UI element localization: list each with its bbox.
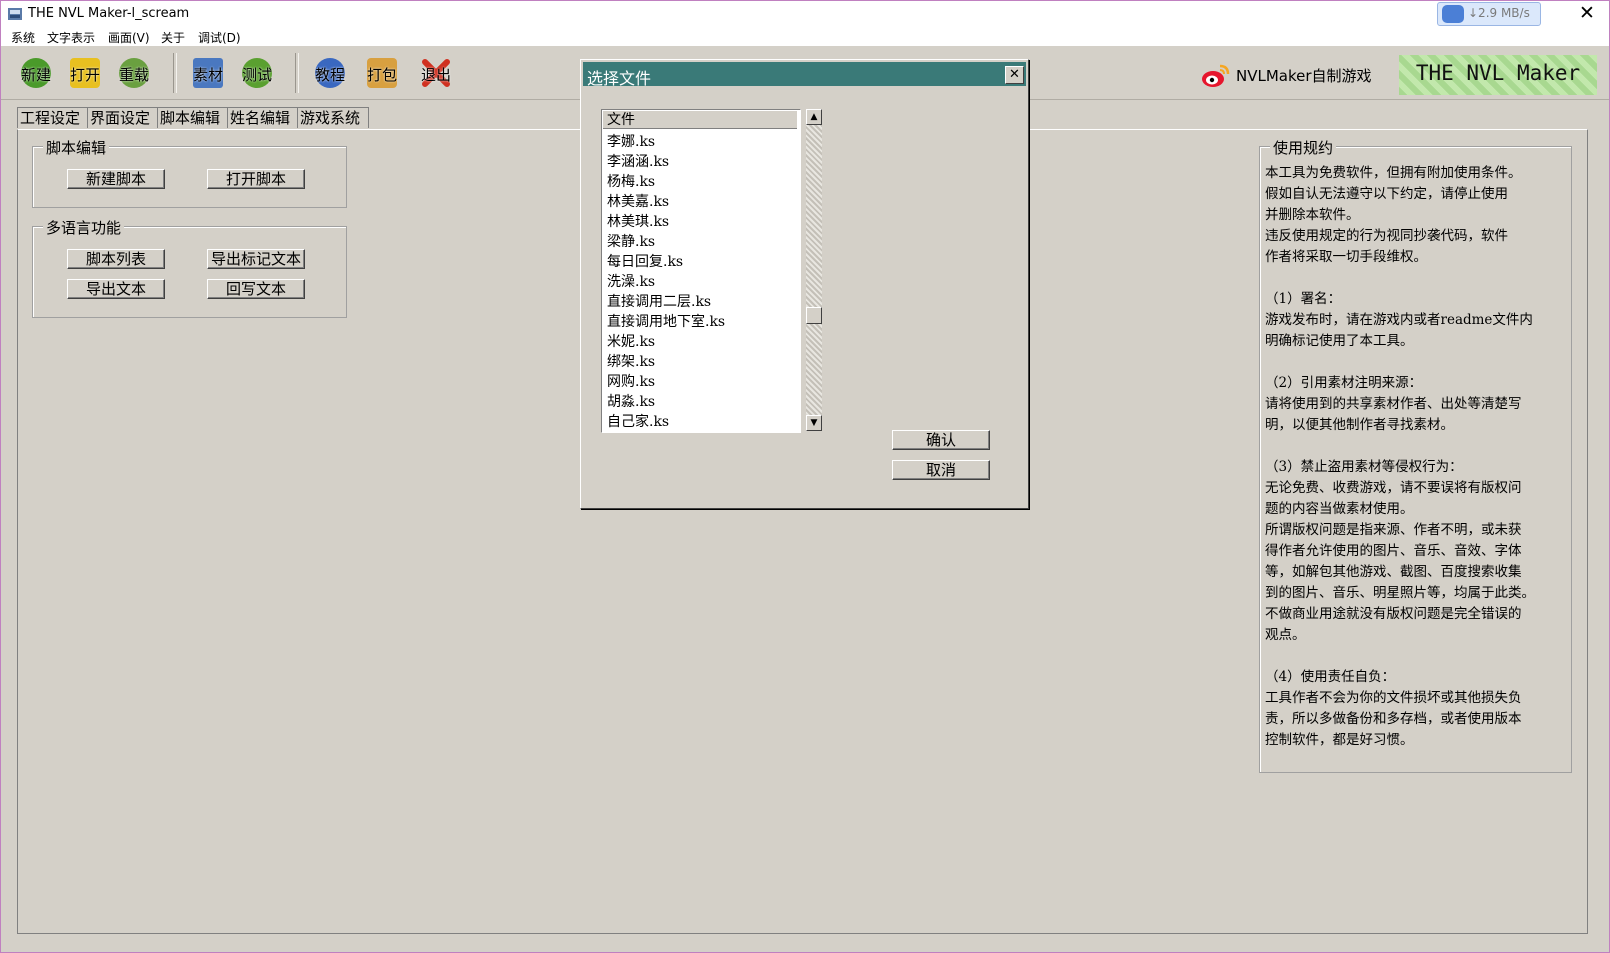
package-button[interactable]: 打包 — [365, 56, 399, 90]
write-back-text-button[interactable]: 回写文本 — [207, 279, 305, 299]
test-button-label: 测试 — [241, 66, 272, 84]
app-icon — [8, 8, 22, 20]
test-button[interactable]: 测试 — [240, 56, 274, 90]
network-speed: ↓2.9 MB/s — [1468, 6, 1530, 20]
list-item[interactable]: 林美嘉.ks — [607, 191, 669, 211]
new-script-button[interactable]: 新建脚本 — [67, 169, 165, 189]
material-button-label: 素材 — [192, 66, 223, 84]
tab-project-settings[interactable]: 工程设定 — [17, 107, 89, 128]
terms-text: 本工具为免费软件，但拥有附加使用条件。 假如自认无法遵守以下约定，请停止使用 并… — [1265, 165, 1535, 748]
cloud-icon — [1442, 5, 1464, 23]
menu-text-display[interactable]: 文字表示 — [47, 29, 95, 46]
file-list-scrollbar[interactable]: ▲ ▼ — [806, 109, 822, 431]
list-item[interactable]: 梁静.ks — [607, 231, 655, 251]
dialog-title-bar: 选择文件 ✕ — [583, 62, 1026, 88]
menu-about[interactable]: 关于 — [161, 29, 185, 46]
exit-button[interactable]: 退出 — [419, 56, 453, 90]
weibo-link[interactable]: NVLMaker自制游戏 — [1236, 65, 1372, 86]
list-item[interactable]: 绑架.ks — [607, 351, 655, 371]
brand-banner: THE NVL Maker — [1399, 55, 1597, 95]
package-button-label: 打包 — [366, 66, 397, 84]
terms-title: 使用规约 — [1270, 137, 1337, 158]
list-item[interactable]: 杨梅.ks — [607, 171, 655, 191]
tutorial-button[interactable]: 教程 — [313, 56, 347, 90]
menu-debug[interactable]: 调试(D) — [198, 29, 241, 46]
dialog-close-button[interactable]: ✕ — [1005, 66, 1024, 84]
tab-script-edit[interactable]: 脚本编辑 — [157, 107, 229, 128]
tab-ui-settings[interactable]: 界面设定 — [87, 107, 159, 128]
weibo-icon — [1202, 64, 1230, 87]
scroll-up-icon[interactable]: ▲ — [806, 109, 822, 125]
dialog-title: 选择文件 — [587, 69, 652, 88]
export-marked-text-button[interactable]: 导出标记文本 — [207, 249, 305, 269]
toolbar-separator — [295, 53, 299, 93]
open-button-label: 打开 — [69, 66, 100, 84]
list-item[interactable]: 洗澡.ks — [607, 271, 655, 291]
file-list[interactable]: 文件 李娜.ks 李涵涵.ks 杨梅.ks 林美嘉.ks 林美琪.ks 梁静.k… — [601, 109, 801, 433]
exit-button-label: 退出 — [420, 66, 451, 84]
list-item[interactable]: 直接调用二层.ks — [607, 291, 711, 311]
menu-system[interactable]: 系统 — [11, 29, 35, 46]
open-button[interactable]: 打开 — [68, 56, 102, 90]
multilang-group-title: 多语言功能 — [43, 217, 125, 238]
new-button[interactable]: 新建 — [19, 56, 53, 90]
list-item[interactable]: 网购.ks — [607, 371, 655, 391]
material-button[interactable]: 素材 — [191, 56, 225, 90]
menu-view[interactable]: 画面(V) — [108, 29, 150, 46]
list-item[interactable]: 米妮.ks — [607, 331, 655, 351]
tab-name-edit[interactable]: 姓名编辑 — [227, 107, 299, 128]
list-item[interactable]: 每日回复.ks — [607, 251, 683, 271]
terms-of-use-group: 使用规约 本工具为免费软件，但拥有附加使用条件。 假如自认无法遵守以下约定，请停… — [1259, 137, 1572, 773]
app-window: THE NVL Maker-l_scream ↓2.9 MB/s ✕ 系统 文字… — [0, 0, 1610, 953]
brand-title: THE NVL Maker — [1415, 61, 1581, 85]
script-list-button[interactable]: 脚本列表 — [67, 249, 165, 269]
cancel-button[interactable]: 取消 — [892, 460, 990, 480]
title-bar: THE NVL Maker-l_scream ↓2.9 MB/s ✕ — [1, 1, 1609, 26]
multilang-group: 多语言功能 脚本列表 导出标记文本 导出文本 回写文本 — [32, 217, 347, 318]
export-text-button[interactable]: 导出文本 — [67, 279, 165, 299]
list-item[interactable]: 李娜.ks — [607, 131, 655, 151]
open-script-button[interactable]: 打开脚本 — [207, 169, 305, 189]
reload-button-label: 重载 — [118, 66, 149, 84]
list-item[interactable]: 林美琪.ks — [607, 211, 669, 231]
script-edit-group-title: 脚本编辑 — [43, 137, 110, 158]
scrollbar-thumb[interactable] — [806, 307, 822, 324]
window-close-button[interactable]: ✕ — [1572, 1, 1602, 26]
new-button-label: 新建 — [20, 66, 51, 84]
scroll-down-icon[interactable]: ▼ — [806, 415, 822, 431]
list-item[interactable]: 胡淼.ks — [607, 391, 655, 411]
window-title: THE NVL Maker-l_scream — [28, 6, 190, 21]
select-file-dialog: 选择文件 ✕ 文件 李娜.ks 李涵涵.ks 杨梅.ks 林美嘉.ks 林美琪.… — [580, 59, 1029, 509]
list-item[interactable]: 自己家.ks — [607, 411, 669, 431]
script-edit-group: 脚本编辑 新建脚本 打开脚本 — [32, 137, 347, 208]
list-item[interactable]: 直接调用地下室.ks — [607, 311, 725, 331]
confirm-button[interactable]: 确认 — [892, 430, 990, 450]
reload-button[interactable]: 重载 — [117, 56, 151, 90]
menu-bar: 系统 文字表示 画面(V) 关于 调试(D) — [1, 26, 1609, 46]
toolbar-separator — [173, 53, 177, 93]
tutorial-button-label: 教程 — [314, 66, 345, 84]
network-speed-widget[interactable]: ↓2.9 MB/s — [1437, 2, 1541, 26]
list-item[interactable]: 李涵涵.ks — [607, 151, 669, 171]
tab-game-system[interactable]: 游戏系统 — [297, 107, 369, 128]
file-list-header[interactable]: 文件 — [603, 111, 797, 129]
